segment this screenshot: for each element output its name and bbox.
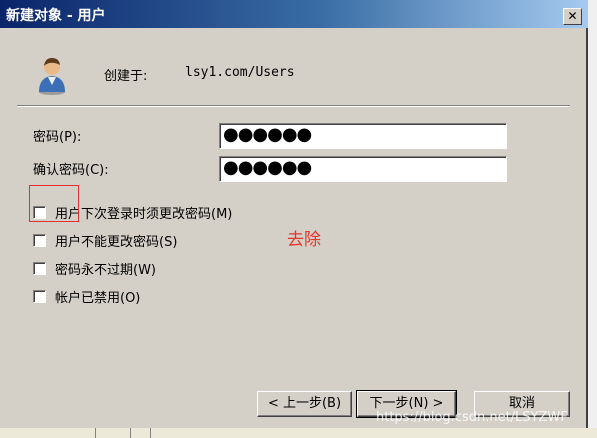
option-label: 用户不能更改密码(S) bbox=[55, 235, 178, 250]
created-in-path: lsy1.com/Users bbox=[185, 65, 295, 80]
option-cannot-change-password[interactable]: 用户不能更改密码(S) bbox=[33, 231, 177, 250]
background-strip-bottom bbox=[0, 428, 597, 438]
option-label: 帐户已禁用(O) bbox=[55, 291, 141, 306]
checkbox[interactable] bbox=[33, 290, 46, 303]
watermark: https://blog.csdn.net/LSYZWF bbox=[376, 410, 568, 425]
password-label: 密码(P): bbox=[33, 130, 82, 145]
checkbox[interactable] bbox=[33, 234, 46, 247]
option-label: 密码永不过期(W) bbox=[55, 263, 156, 278]
window-title: 新建对象 - 用户 bbox=[6, 8, 106, 24]
option-label: 用户下次登录时须更改密码(M) bbox=[55, 207, 233, 222]
checkbox[interactable] bbox=[33, 262, 46, 275]
user-icon bbox=[39, 58, 65, 95]
close-button[interactable]: ✕ bbox=[563, 8, 582, 25]
confirm-password-label: 确认密码(C): bbox=[33, 163, 109, 178]
highlight-box bbox=[29, 185, 79, 222]
back-button[interactable]: < 上一步(B) bbox=[257, 391, 352, 417]
password-field[interactable]: ●●●●●● bbox=[219, 123, 507, 149]
confirm-password-field[interactable]: ●●●●●● bbox=[219, 156, 507, 182]
background-strip-right bbox=[588, 0, 597, 438]
created-in-label: 创建于: bbox=[104, 69, 148, 84]
title-bar: 新建对象 - 用户 ✕ bbox=[0, 0, 588, 28]
option-password-never-expires[interactable]: 密码永不过期(W) bbox=[33, 259, 156, 278]
option-account-disabled[interactable]: 帐户已禁用(O) bbox=[33, 287, 140, 306]
separator bbox=[17, 105, 570, 107]
annotation-text: 去除 bbox=[287, 230, 321, 250]
